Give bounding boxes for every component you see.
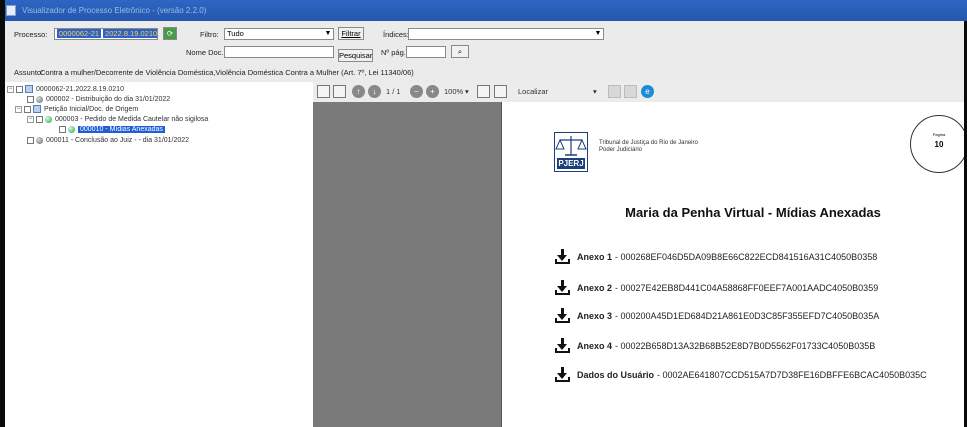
tree-item[interactable]: − 000003 - Pedido de Medida Cautelar não… [27,114,208,124]
green-status-icon [45,115,52,123]
tree-item[interactable]: 000011 - Conclusão ao Juiz - - dia 31/01… [27,135,189,145]
page-indicator: 1 / 1 [386,87,401,96]
indices-label: Índices: [383,30,409,39]
download-icon[interactable] [554,337,571,354]
refresh-icon[interactable]: ⟳ [163,27,177,40]
annex-link[interactable]: Anexo 4- 00022B658D13A32B68B52E8D7B0D556… [554,337,875,354]
tree-checkbox[interactable] [24,105,31,113]
binoculars-icon[interactable]: ⌕ [451,45,469,58]
download-icon[interactable] [554,279,571,296]
processo-value-2: 2022.8.19.0210 [103,29,158,38]
download-icon[interactable] [554,366,571,383]
processo-value-1: 0000062-21 [57,29,102,38]
pdf-toolbar: ↑ ↓ 1 / 1 − + 100% ▾ Localizar ▾ e [313,82,964,102]
chevron-down-icon[interactable]: ▾ [465,87,469,96]
filtro-value: Tudo [227,29,244,38]
annex-link[interactable]: Anexo 2- 00027E42EB8D441C04A58868FF0EEF7… [554,279,878,296]
collapse-icon[interactable]: − [7,85,14,93]
save-icon[interactable] [333,85,346,98]
processo-field[interactable]: 0000062-21 2022.8.19.0210 [54,28,158,40]
previous-match-icon[interactable] [608,85,621,98]
assunto-value: Contra a mulher/Decorrente de Violência … [40,68,414,77]
tree-item-selected[interactable]: 000010 - Mídias Anexadas [59,124,165,134]
tree-item[interactable]: 000002 - Distribuição do dia 31/01/2022 [27,94,170,104]
nome-doc-input[interactable] [224,46,334,58]
assunto-label: Assunto: [14,68,44,77]
zoom-level[interactable]: 100% [444,87,463,96]
tree-checkbox[interactable] [27,136,34,144]
filtro-label: Filtro: [200,30,219,39]
fit-width-icon[interactable] [494,85,507,98]
green-status-icon [68,125,75,133]
app-icon [6,5,16,16]
pjerj-logo: PJERJ [554,132,588,172]
annex-link[interactable]: Dados do Usuário - 0002AE641807CCD515A7D7… [554,366,927,383]
npag-label: Nº pág.: [381,48,408,57]
chevron-down-icon[interactable]: ▾ [593,87,597,96]
collapse-icon[interactable]: − [27,115,34,123]
folder-icon [25,85,33,93]
chevron-down-icon: ▼ [594,30,602,37]
download-icon[interactable] [554,248,571,265]
pdf-gray-margin [313,102,501,427]
filtrar-button[interactable]: Filtrar [338,27,364,40]
gray-status-icon [36,136,43,144]
tree-checkbox[interactable] [27,95,34,103]
print-icon[interactable] [317,85,330,98]
window-title: Visualizador de Processo Eletrônico - (v… [22,6,207,15]
tree-item[interactable]: − Petição Inicial/Doc. de Origem [15,104,138,114]
pesquisar-button[interactable]: Pesquisar [338,49,373,62]
gray-status-icon [36,95,43,103]
annex-link[interactable]: Anexo 1- 000268EF046D5DA09B8E66C822ECD84… [554,248,877,265]
zoom-in-icon[interactable]: + [426,85,439,98]
indices-select[interactable]: ▼ [408,28,604,40]
process-tree: − 0000062-21.2022.8.19.0210 000002 - Dis… [5,82,313,427]
find-label[interactable]: Localizar [518,87,548,96]
collapse-icon[interactable]: − [15,105,22,113]
page-stamp: Pagina 10 [910,115,967,173]
arrow-down-icon[interactable]: ↓ [368,85,381,98]
pdf-page: PJERJ Tribunal de Justiça do Rio de Jane… [501,102,967,427]
chevron-down-icon: ▼ [324,30,332,37]
tree-checkbox[interactable] [16,85,23,93]
processo-label: Processo: [14,30,48,39]
filtro-select[interactable]: Tudo ▼ [224,28,334,40]
tree-root[interactable]: − 0000062-21.2022.8.19.0210 [7,84,124,94]
download-icon[interactable] [554,307,571,324]
edge-browser-icon[interactable]: e [641,85,654,98]
folder-icon [33,105,41,113]
annex-link[interactable]: Anexo 3- 000200A45D1ED684D21A861E0D3C85F… [554,307,879,324]
logo-text: PJERJ [557,158,585,169]
tree-checkbox[interactable] [36,115,43,123]
npag-input[interactable] [406,46,446,58]
document-title: Maria da Penha Virtual - Mídias Anexadas [625,205,881,220]
court-name: Tribunal de Justiça do Rio de Janeiro Po… [599,140,698,153]
screen-edge [0,0,5,427]
next-match-icon[interactable] [624,85,637,98]
tree-checkbox[interactable] [59,125,66,133]
fit-page-icon[interactable] [477,85,490,98]
scales-icon [555,136,587,156]
arrow-up-icon[interactable]: ↑ [352,85,365,98]
zoom-out-icon[interactable]: − [410,85,423,98]
app-window: Visualizador de Processo Eletrônico - (v… [0,0,967,427]
title-bar: Visualizador de Processo Eletrônico - (v… [0,0,967,21]
nome-doc-label: Nome Doc.: [186,48,226,57]
